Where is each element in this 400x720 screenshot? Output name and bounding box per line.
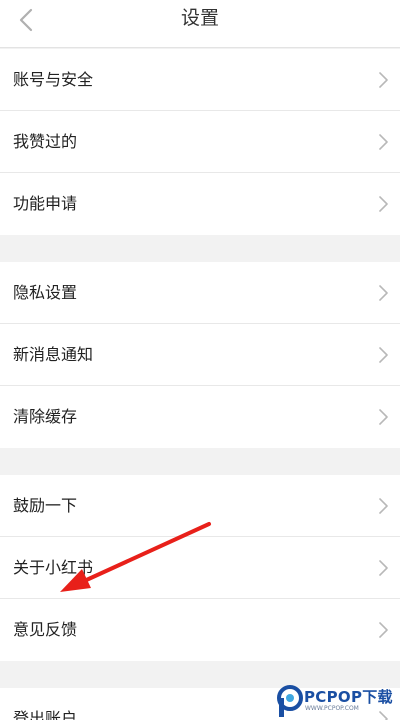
settings-item-account-security[interactable]: 账号与安全 — [0, 49, 400, 111]
page-title: 设置 — [180, 7, 219, 29]
settings-item-liked[interactable]: 我赞过的 — [0, 111, 400, 173]
chevron-right-icon — [379, 285, 388, 301]
chevron-right-icon — [379, 347, 388, 363]
settings-item-label: 新消息通知 — [13, 345, 94, 364]
settings-item-label: 意见反馈 — [13, 620, 78, 639]
settings-item-clear-cache[interactable]: 清除缓存 — [0, 386, 400, 448]
settings-item-label: 登出账户 — [13, 709, 78, 720]
navigation-bar: 设置 — [0, 0, 400, 48]
settings-item-label: 我赞过的 — [13, 132, 78, 151]
pcpop-logo-icon — [277, 685, 303, 717]
watermark-logo: PCPOP下载 WWW.PCPOP.COM — [274, 684, 400, 720]
chevron-right-icon — [379, 560, 388, 576]
chevron-right-icon — [379, 498, 388, 514]
settings-item-rate-us[interactable]: 鼓励一下 — [0, 475, 400, 537]
watermark-text: PCPOP下载 — [304, 688, 393, 706]
settings-item-label: 功能申请 — [13, 194, 78, 213]
settings-item-privacy[interactable]: 隐私设置 — [0, 262, 400, 324]
settings-item-label: 清除缓存 — [13, 407, 78, 426]
chevron-right-icon — [379, 134, 388, 150]
settings-item-label: 鼓励一下 — [13, 496, 78, 515]
settings-screen: 设置 账号与安全 我赞过的 功能申请 隐私设置 新消息通知 清除缓存 鼓励一下 … — [0, 0, 400, 720]
settings-item-label: 隐私设置 — [13, 283, 78, 302]
chevron-right-icon — [379, 409, 388, 425]
settings-item-notifications[interactable]: 新消息通知 — [0, 324, 400, 386]
settings-item-label: 关于小红书 — [13, 558, 94, 577]
chevron-right-icon — [379, 196, 388, 212]
settings-item-feature-request[interactable]: 功能申请 — [0, 173, 400, 235]
settings-item-feedback[interactable]: 意见反馈 — [0, 599, 400, 661]
settings-item-label: 账号与安全 — [13, 70, 94, 89]
watermark-subtext: WWW.PCPOP.COM — [305, 705, 359, 712]
chevron-right-icon — [379, 622, 388, 638]
chevron-right-icon — [379, 72, 388, 88]
settings-item-about[interactable]: 关于小红书 — [0, 537, 400, 599]
